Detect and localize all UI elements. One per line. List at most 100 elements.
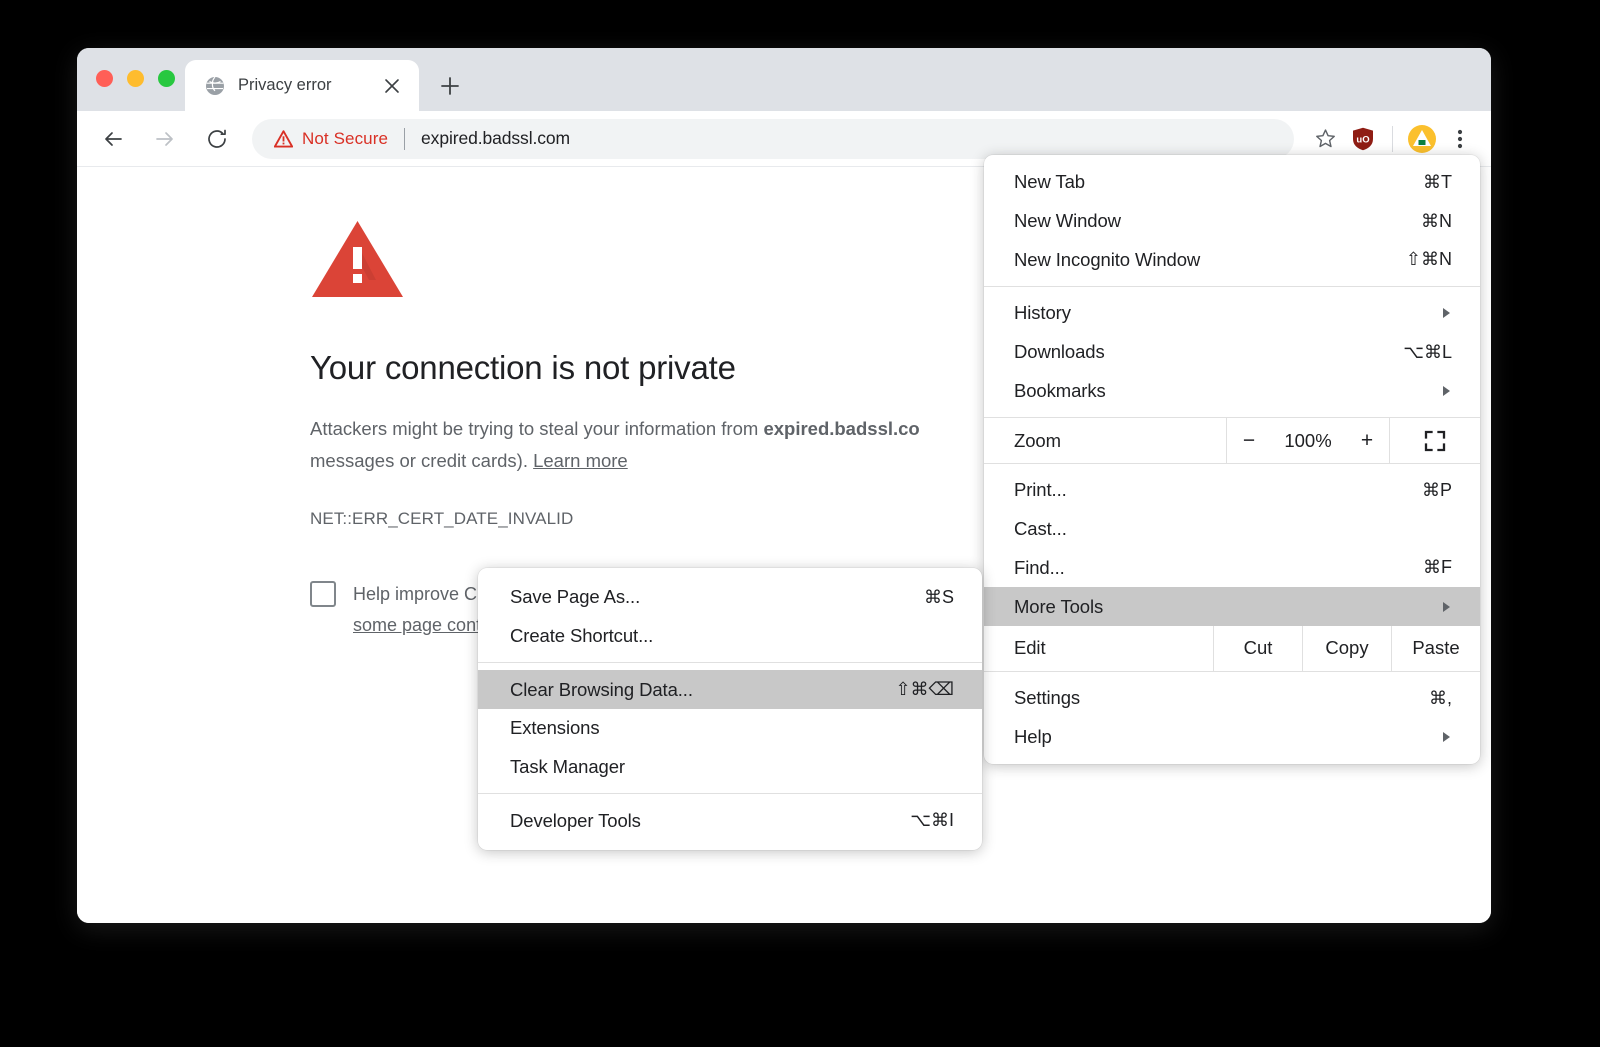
menu-item-label: Extensions [510, 717, 600, 739]
new-tab-button[interactable] [435, 71, 465, 101]
submenu-item-create-shortcut[interactable]: Create Shortcut... [478, 617, 982, 656]
not-secure-indicator[interactable]: Not Secure [274, 129, 388, 149]
back-arrow-icon[interactable] [93, 119, 133, 159]
menu-item-label: Find... [1014, 556, 1065, 578]
menu-item-accel: ⌥⌘I [910, 810, 954, 831]
menu-item-bookmarks[interactable]: Bookmarks [984, 371, 1480, 410]
menu-item-accel: ⌘P [1421, 479, 1452, 500]
menu-row-zoom: Zoom − 100% + [984, 417, 1480, 465]
tab-privacy-error[interactable]: Privacy error [185, 60, 419, 111]
menu-item-label: Settings [1014, 687, 1081, 709]
zoom-out-button[interactable]: − [1227, 429, 1271, 453]
chrome-main-menu: New Tab ⌘T New Window ⌘N New Incognito W… [984, 155, 1480, 765]
submenu-item-extensions[interactable]: Extensions [478, 709, 982, 748]
omnibox-divider [404, 127, 406, 150]
close-icon[interactable] [379, 73, 405, 99]
screen: Privacy error Not Secure expired.badssl.… [0, 0, 1600, 1047]
menu-item-label: Clear Browsing Data... [510, 678, 693, 700]
menu-item-more-tools[interactable]: More Tools [984, 587, 1480, 626]
menu-item-accel: ⌥⌘L [1403, 341, 1452, 362]
submenu-separator [478, 662, 982, 664]
menu-item-accel: ⌘N [1421, 210, 1452, 231]
fullscreen-icon[interactable] [1389, 418, 1480, 464]
copy-button[interactable]: Copy [1302, 625, 1391, 671]
help-improve-label: Help improve Ch some page cont [353, 579, 487, 641]
error-description-domain: expired.badssl.co [763, 418, 920, 439]
menu-item-accel: ⇧⌘⌫ [895, 679, 954, 700]
menu-item-accel: ⌘F [1423, 557, 1452, 578]
toolbar-divider [1392, 125, 1393, 152]
more-tools-submenu: Save Page As... ⌘S Create Shortcut... Cl… [478, 568, 982, 851]
submenu-item-task-manager[interactable]: Task Manager [478, 748, 982, 787]
forward-arrow-icon[interactable] [145, 119, 185, 159]
menu-item-help[interactable]: Help [984, 718, 1480, 757]
edit-label: Edit [1014, 637, 1046, 659]
window-traffic-lights [96, 70, 175, 87]
globe-icon [205, 76, 225, 96]
menu-row-edit: Edit Cut Copy Paste [984, 625, 1480, 672]
menu-item-history[interactable]: History [984, 294, 1480, 333]
help-improve-label-line2[interactable]: some page cont [353, 615, 481, 635]
menu-item-new-incognito-window[interactable]: New Incognito Window ⇧⌘N [984, 240, 1480, 279]
menu-item-accel: ⇧⌘N [1405, 249, 1452, 270]
chevron-right-icon [1442, 601, 1480, 613]
reload-icon[interactable] [197, 119, 237, 159]
submenu-item-save-page-as[interactable]: Save Page As... ⌘S [478, 578, 982, 617]
menu-item-label: Create Shortcut... [510, 625, 654, 647]
url-text: expired.badssl.com [421, 128, 571, 148]
menu-item-accel: ⌘, [1428, 687, 1452, 708]
chevron-right-icon [1442, 731, 1480, 743]
profile-avatar-icon[interactable] [1403, 120, 1441, 158]
menu-item-label: Cast... [1014, 518, 1067, 540]
help-improve-checkbox[interactable] [310, 580, 336, 607]
menu-item-label: Developer Tools [510, 809, 641, 831]
menu-item-settings[interactable]: Settings ⌘, [984, 679, 1480, 718]
not-secure-label: Not Secure [302, 128, 389, 148]
svg-text:uO: uO [1356, 134, 1369, 145]
menu-item-new-tab[interactable]: New Tab ⌘T [984, 163, 1480, 202]
menu-item-downloads[interactable]: Downloads ⌥⌘L [984, 333, 1480, 372]
zoom-in-button[interactable]: + [1345, 429, 1389, 453]
menu-item-label: Task Manager [510, 756, 625, 778]
maximize-window-button[interactable] [158, 70, 175, 87]
three-dot-menu-icon[interactable] [1441, 120, 1479, 158]
menu-item-find[interactable]: Find... ⌘F [984, 549, 1480, 588]
menu-item-cast[interactable]: Cast... [984, 510, 1480, 549]
tab-title: Privacy error [238, 76, 332, 94]
menu-item-label: New Tab [1014, 171, 1085, 193]
close-window-button[interactable] [96, 70, 113, 87]
menu-item-new-window[interactable]: New Window ⌘N [984, 202, 1480, 241]
menu-item-label: Print... [1014, 479, 1067, 501]
help-improve-label-line1: Help improve Ch [353, 583, 488, 604]
chevron-right-icon [1442, 307, 1480, 319]
cut-button[interactable]: Cut [1213, 625, 1302, 671]
zoom-label: Zoom [1014, 429, 1061, 451]
chevron-right-icon [1442, 385, 1480, 397]
zoom-controls: − 100% + [1226, 418, 1389, 464]
tab-strip: Privacy error [77, 48, 1491, 111]
error-description: Attackers might be trying to steal your … [310, 413, 1070, 477]
address-bar[interactable]: Not Secure expired.badssl.com [252, 118, 1294, 159]
submenu-item-developer-tools[interactable]: Developer Tools ⌥⌘I [478, 801, 982, 840]
menu-item-label: New Window [1014, 210, 1121, 232]
zoom-level-value: 100% [1284, 429, 1332, 451]
menu-separator [984, 286, 1480, 288]
submenu-item-clear-browsing-data[interactable]: Clear Browsing Data... ⇧⌘⌫ [478, 670, 982, 710]
menu-item-label: History [1014, 302, 1071, 324]
menu-item-accel: ⌘S [923, 586, 954, 607]
menu-item-print[interactable]: Print... ⌘P [984, 471, 1480, 510]
menu-item-accel: ⌘T [1423, 171, 1452, 192]
submenu-separator [478, 793, 982, 795]
error-description-prefix: Attackers might be trying to steal your … [310, 418, 764, 439]
paste-button[interactable]: Paste [1391, 625, 1480, 671]
minimize-window-button[interactable] [127, 70, 144, 87]
menu-item-label: Downloads [1014, 341, 1105, 363]
star-icon[interactable] [1306, 120, 1344, 158]
ublock-origin-icon[interactable]: uO [1344, 120, 1382, 158]
menu-item-label: New Incognito Window [1014, 248, 1201, 270]
menu-item-label: Bookmarks [1014, 379, 1106, 401]
menu-item-label: Save Page As... [510, 586, 641, 608]
error-description-suffix: messages or credit cards). [310, 449, 534, 471]
learn-more-link[interactable]: Learn more [533, 450, 628, 471]
warning-triangle-icon [274, 129, 293, 148]
